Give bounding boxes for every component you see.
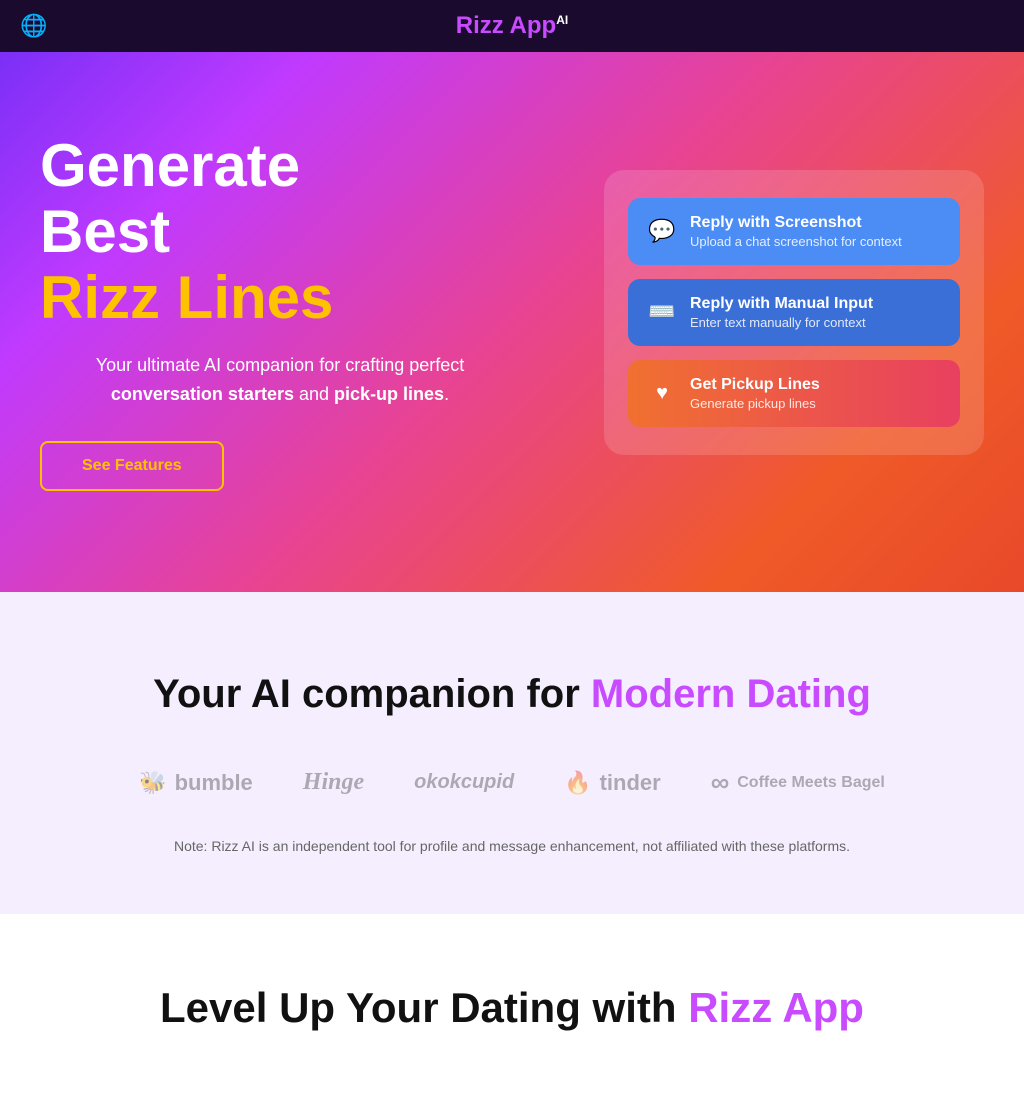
navbar: Rizz AppAI (0, 0, 1024, 52)
cmb-text: Coffee Meets Bagel (737, 774, 885, 792)
reply-screenshot-button[interactable]: Reply with Screenshot Upload a chat scre… (628, 198, 960, 265)
tinder-icon (564, 770, 591, 796)
screenshot-btn-title: Reply with Screenshot (690, 214, 902, 232)
keyboard-icon (648, 299, 676, 325)
bumble-logo: bumble (139, 770, 253, 796)
hero-heading: Generate Best Rizz Lines (40, 133, 520, 331)
heading-line3: Rizz Lines (40, 264, 333, 331)
pickup-btn-title: Get Pickup Lines (690, 376, 820, 394)
okcupid-logo: okokcupid (414, 771, 514, 794)
tinder-text: tinder (600, 770, 661, 796)
bottom-section: Level Up Your Dating with Rizz App (0, 914, 1024, 1102)
heart-icon (648, 382, 676, 405)
chat-icon (648, 218, 676, 244)
title-purple: Rizz App (456, 12, 556, 39)
platforms-heading: Your AI companion for Modern Dating (40, 672, 984, 717)
app-title: Rizz AppAI (456, 12, 568, 40)
bold-pickup: pick-up lines (334, 384, 444, 404)
heading-line2: Best (40, 198, 170, 265)
platforms-heading-purple: Modern Dating (591, 672, 871, 716)
hero-section: Generate Best Rizz Lines Your ultimate A… (0, 52, 1024, 592)
tinder-logo: tinder (564, 770, 661, 796)
hero-description: Your ultimate AI companion for crafting … (40, 351, 520, 409)
see-features-button[interactable]: See Features (40, 441, 224, 491)
reply-manual-button[interactable]: Reply with Manual Input Enter text manua… (628, 279, 960, 346)
manual-btn-subtitle: Enter text manually for context (690, 315, 873, 330)
hero-left: Generate Best Rizz Lines Your ultimate A… (40, 133, 520, 491)
hinge-logo: Hinge (303, 769, 364, 796)
cmb-icon (711, 767, 730, 798)
pickup-btn-subtitle: Generate pickup lines (690, 396, 820, 411)
platforms-logos: bumble Hinge okokcupid tinder Coffee Mee… (40, 767, 984, 798)
title-ai: AI (556, 13, 568, 27)
manual-btn-title: Reply with Manual Input (690, 295, 873, 313)
heading-line1: Generate (40, 132, 300, 199)
bumble-text: bumble (175, 770, 253, 796)
platforms-heading-normal: Your AI companion for (153, 672, 580, 716)
bold-conversation: conversation starters (111, 384, 294, 404)
globe-icon[interactable] (20, 13, 47, 39)
platforms-note: Note: Rizz AI is an independent tool for… (40, 838, 984, 854)
bottom-heading: Level Up Your Dating with Rizz App (40, 984, 984, 1032)
cmb-logo: Coffee Meets Bagel (711, 767, 885, 798)
okcupid-text: okokcupid (414, 771, 514, 794)
get-pickup-lines-button[interactable]: Get Pickup Lines Generate pickup lines (628, 360, 960, 427)
hinge-text: Hinge (303, 769, 364, 796)
platforms-section: Your AI companion for Modern Dating bumb… (0, 592, 1024, 914)
action-card: Reply with Screenshot Upload a chat scre… (604, 170, 984, 455)
bumble-icon (139, 770, 166, 796)
screenshot-btn-subtitle: Upload a chat screenshot for context (690, 234, 902, 249)
